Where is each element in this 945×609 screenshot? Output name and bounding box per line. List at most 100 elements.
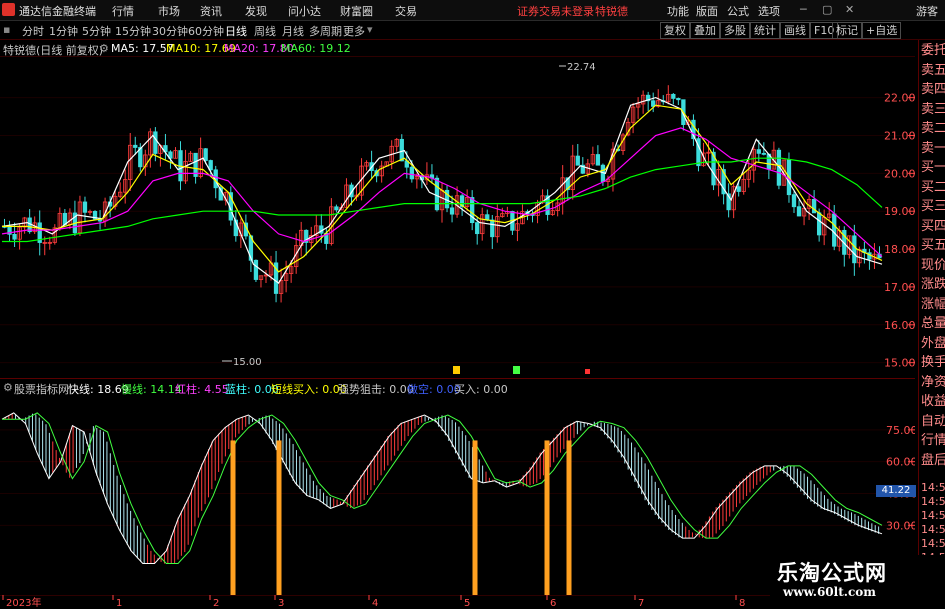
menu-news[interactable]: 资讯	[200, 3, 222, 19]
multi-stock-button[interactable]: 多股	[720, 22, 750, 39]
sidebar-item[interactable]: 净资	[921, 375, 945, 390]
close-icon[interactable]: ✕	[845, 3, 854, 16]
sidebar-item[interactable]: 买三	[921, 199, 945, 214]
period-daily[interactable]: 日线	[225, 23, 247, 39]
candle-body	[736, 186, 741, 192]
price-axis: 22.00 21.00 20.00 19.00 18.00 17.00 16.00 15.00	[884, 92, 915, 370]
sidebar-item[interactable]: 涨幅	[921, 297, 945, 312]
sidebar-item[interactable]: 现价	[921, 258, 945, 273]
draw-line-button[interactable]: 画线	[780, 22, 810, 39]
more-chevron-icon[interactable]: ▾	[367, 23, 373, 36]
stats-button[interactable]: 统计	[750, 22, 780, 39]
menu-market-quotes[interactable]: 行情	[112, 3, 134, 19]
candle-body	[449, 207, 455, 215]
sidebar-item[interactable]: 委托	[921, 43, 945, 58]
period-30min[interactable]: 30分钟	[152, 23, 188, 39]
price-tick-label: 21.00	[884, 130, 915, 143]
candle-body	[334, 206, 339, 211]
menu-options[interactable]: 选项	[758, 3, 780, 19]
mark-button[interactable]: 标记	[832, 22, 862, 39]
sidebar-item[interactable]: 行情	[921, 433, 945, 448]
current-stock-name: 特锐德	[595, 5, 628, 18]
ma-lines	[1, 96, 883, 284]
toolbar-grip-icon: ▪	[3, 23, 11, 36]
sidebar-item[interactable]: 买四	[921, 219, 945, 234]
menu-layout[interactable]: 版面	[696, 3, 718, 19]
period-multi[interactable]: 多周期	[309, 23, 342, 39]
sidebar-item[interactable]: 卖五	[921, 63, 945, 78]
candle-body	[203, 148, 208, 161]
overlay-button[interactable]: 叠加	[690, 22, 720, 39]
sidebar-item[interactable]: 外盘	[921, 336, 945, 351]
ma-info-line: 特锐德(日线 前复权) ⚙ MA5: 17.57 MA10: 17.69 MA2…	[0, 40, 915, 57]
strong-snipe-value: 强势狙击: 0.00	[338, 383, 414, 396]
short-sell-value: 做空: 0.00	[407, 383, 461, 396]
sidebar-item[interactable]: 卖四	[921, 82, 945, 97]
sidebar-item[interactable]: 自动	[921, 414, 945, 429]
slow-line-value: 慢线: 14.14	[121, 383, 182, 396]
date-tick-label: 2023年	[6, 596, 41, 609]
sidebar-item[interactable]: 买五	[921, 238, 945, 253]
period-tick[interactable]: 分时	[22, 23, 44, 39]
period-more[interactable]: 更多	[343, 23, 365, 39]
sidebar-item[interactable]: 总量	[921, 316, 945, 331]
sidebar-item[interactable]: 卖三	[921, 102, 945, 117]
period-5min[interactable]: 5分钟	[82, 23, 111, 39]
indicator-tick-label: 30.00	[886, 519, 915, 532]
sidebar-item[interactable]: 卖二	[921, 121, 945, 136]
sidebar-item[interactable]: 买一	[921, 160, 945, 175]
menu-formula[interactable]: 公式	[727, 3, 749, 19]
menu-ask[interactable]: 问小达	[288, 3, 321, 19]
sidebar-item[interactable]: 换手	[921, 355, 945, 370]
menu-discover[interactable]: 发现	[245, 3, 267, 19]
sidebar-item[interactable]: 买二	[921, 180, 945, 195]
sidebar-item[interactable]: 盘后	[921, 453, 945, 468]
event-marker-3	[585, 369, 590, 374]
indicator-settings-icon[interactable]: ⚙	[3, 381, 13, 394]
sidebar-item[interactable]: 收益	[921, 394, 945, 409]
app-logo-icon	[2, 3, 15, 16]
buy-signal-bar	[566, 440, 572, 595]
candle-body	[595, 154, 601, 166]
event-marker-1	[453, 366, 460, 374]
indicator-name[interactable]: 股票指标网	[14, 381, 69, 397]
period-monthly[interactable]: 月线	[282, 23, 304, 39]
quote-sidebar: 委托卖五卖四卖三卖二卖一买一买二买三买四买五现价涨跌涨幅总量外盘换手净资收益自动…	[918, 40, 945, 609]
ma5-value: MA5: 17.57	[111, 42, 174, 55]
minimize-icon[interactable]: ─	[800, 3, 807, 16]
date-tick-label: 8	[739, 598, 745, 609]
add-favorite-button[interactable]: +自选	[862, 22, 902, 39]
candle-body	[796, 206, 802, 217]
sidebar-item[interactable]: 卖一	[921, 141, 945, 156]
date-tick-label: 1	[116, 598, 122, 609]
date-tick-label: 3	[278, 598, 284, 609]
price-tick-label: 19.00	[884, 205, 915, 218]
maximize-icon[interactable]: ▢	[822, 3, 832, 16]
menu-function[interactable]: 功能	[667, 3, 689, 19]
watermark-title: 乐淘公式网	[777, 560, 887, 585]
period-weekly[interactable]: 周线	[254, 23, 276, 39]
candle-body	[490, 219, 495, 238]
period-60min[interactable]: 60分钟	[188, 23, 224, 39]
candle-body	[399, 138, 404, 162]
menu-wealth[interactable]: 财富圈	[340, 3, 373, 19]
login-warning[interactable]: 证券交易未登录	[517, 3, 594, 19]
buy-value: 买入: 0.00	[454, 383, 508, 396]
sidebar-time: 14:56	[921, 523, 945, 536]
menu-bar: 通达信金融终端 行情 市场 资讯 发现 问小达 财富圈 交易 证券交易未登录 特…	[0, 0, 945, 21]
candle-body	[434, 177, 440, 211]
guest-login[interactable]: 游客	[916, 3, 938, 19]
menu-trade[interactable]: 交易	[395, 3, 417, 19]
sidebar-item[interactable]: 涨跌	[921, 277, 945, 292]
period-15min[interactable]: 15分钟	[115, 23, 151, 39]
buy-signal-bar	[544, 440, 550, 595]
adjust-button[interactable]: 复权	[660, 22, 690, 39]
period-1min[interactable]: 1分钟	[49, 23, 78, 39]
date-tick-label: 6	[550, 598, 556, 609]
candlestick-chart[interactable]: 22.00 21.00 20.00 19.00 18.00 17.00 16.00 15.00…	[0, 56, 915, 374]
menu-market[interactable]: 市场	[158, 3, 180, 19]
period-toolbar: ▪ 分时 1分钟 5分钟 15分钟 30分钟 60分钟 日线 周线 月线 多周期…	[0, 21, 945, 40]
watermark-url: www.60lt.com	[783, 585, 876, 599]
red-bar-value: 红柱: 4.55	[175, 383, 229, 396]
settings-gear-icon[interactable]: ⚙	[99, 42, 109, 55]
